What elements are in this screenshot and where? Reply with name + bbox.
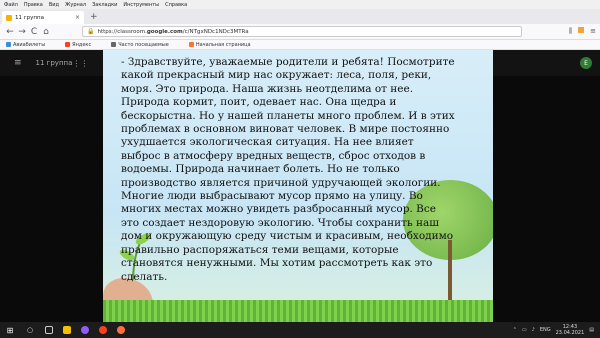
network-icon[interactable]: ▭ bbox=[522, 327, 527, 333]
yandex-browser-icon[interactable] bbox=[94, 326, 112, 334]
url-domain: google.com bbox=[146, 28, 183, 35]
system-tray: ⌃ ▭ ♪ ENG 12:43 23.04.2021 ▤ bbox=[513, 324, 600, 336]
clock-date: 23.04.2021 bbox=[555, 330, 585, 336]
menu-view[interactable]: Вид bbox=[49, 2, 59, 8]
extension-icon[interactable] bbox=[578, 27, 585, 33]
overlay-right bbox=[493, 76, 600, 322]
firefox-taskbar-icon[interactable] bbox=[112, 326, 130, 334]
firefox-icon bbox=[188, 42, 194, 47]
hamburger-menu-icon[interactable]: ≡ bbox=[590, 27, 596, 36]
tray-chevron-icon[interactable]: ⌃ bbox=[513, 327, 517, 333]
bookmark-label: Часто посещаемые bbox=[118, 41, 169, 48]
bookmark-most-visited[interactable]: Часто посещаемые bbox=[111, 42, 179, 48]
url-suffix: /c/NTgxNDc1NDc3MTRa bbox=[182, 28, 249, 35]
bookmark-label: Авиабилеты bbox=[13, 41, 46, 48]
address-bar[interactable]: 🔒 https://classroom. google.com/c/NTgxNDc… bbox=[82, 26, 522, 37]
tab-title: 11 группа bbox=[15, 14, 44, 21]
forward-button[interactable]: → bbox=[16, 27, 28, 37]
back-button[interactable]: ← bbox=[4, 27, 16, 37]
bookmark-yandex[interactable]: Яндекс bbox=[65, 42, 101, 48]
url-prefix: https://classroom. bbox=[97, 28, 147, 35]
menu-history[interactable]: Журнал bbox=[65, 2, 86, 8]
menu-tools[interactable]: Инструменты bbox=[123, 2, 159, 8]
library-icon[interactable]: ⫼ bbox=[569, 27, 572, 36]
gear-icon bbox=[111, 42, 117, 47]
bookmark-flights[interactable]: Авиабилеты bbox=[6, 42, 55, 48]
language-indicator[interactable]: ENG bbox=[540, 327, 551, 333]
overlay-left bbox=[0, 76, 103, 322]
avatar[interactable]: Е bbox=[580, 57, 592, 69]
bookmark-label: Яндекс bbox=[72, 41, 92, 48]
menu-file[interactable]: Файл bbox=[4, 2, 18, 8]
classroom-favicon-icon bbox=[6, 14, 12, 21]
bookmark-label: Начальная страница bbox=[195, 41, 251, 48]
hamburger-icon[interactable]: ≡ bbox=[14, 58, 22, 68]
navigation-bar: ← → C ⌂ 🔒 https://classroom. google.com/c… bbox=[0, 24, 600, 40]
volume-icon[interactable]: ♪ bbox=[532, 327, 535, 333]
class-title[interactable]: 11 группа bbox=[36, 59, 73, 67]
menu-bookmarks[interactable]: Закладки bbox=[92, 2, 117, 8]
page-content: ≡ 11 группа ⋮⋮ Е - Здравствуйте, уважаем… bbox=[0, 50, 600, 322]
menu-bar: Файл Правка Вид Журнал Закладки Инструме… bbox=[0, 0, 600, 9]
home-button[interactable]: ⌂ bbox=[40, 27, 52, 37]
apps-grid-icon[interactable]: ⋮⋮ bbox=[72, 59, 88, 68]
tab-classroom[interactable]: 11 группа × bbox=[2, 11, 84, 24]
bookmark-start-page[interactable]: Начальная страница bbox=[188, 41, 261, 48]
windows-start-icon[interactable]: ⊞ bbox=[0, 326, 20, 335]
yandex-icon bbox=[65, 42, 71, 47]
bookmarks-bar: Авиабилеты Яндекс Часто посещаемые Начал… bbox=[0, 40, 600, 50]
tab-close-icon[interactable]: × bbox=[75, 14, 80, 21]
clock[interactable]: 12:43 23.04.2021 bbox=[556, 324, 585, 336]
task-view-icon[interactable] bbox=[40, 326, 58, 334]
toolbar-right: ⫼ ≡ bbox=[569, 27, 596, 36]
menu-edit[interactable]: Правка bbox=[24, 2, 43, 8]
new-tab-button[interactable]: + bbox=[90, 11, 98, 24]
presentation-slide: - Здравствуйте, уважаемые родители и реб… bbox=[103, 50, 493, 322]
lock-icon: 🔒 bbox=[87, 28, 95, 35]
slide-body-text: - Здравствуйте, уважаемые родители и реб… bbox=[121, 56, 455, 283]
menu-help[interactable]: Справка bbox=[165, 2, 187, 8]
plane-icon bbox=[6, 42, 11, 47]
search-icon[interactable]: ○ bbox=[20, 326, 40, 334]
alice-icon[interactable] bbox=[76, 326, 94, 334]
tab-bar: 11 группа × + bbox=[0, 9, 600, 24]
windows-taskbar: ⊞ ○ ⌃ ▭ ♪ ENG 12:43 23.04.2021 ▤ bbox=[0, 322, 600, 338]
notifications-icon[interactable]: ▤ bbox=[589, 327, 594, 333]
explorer-icon[interactable] bbox=[58, 326, 76, 334]
grass-illustration bbox=[103, 300, 493, 322]
reload-button[interactable]: C bbox=[28, 27, 40, 37]
